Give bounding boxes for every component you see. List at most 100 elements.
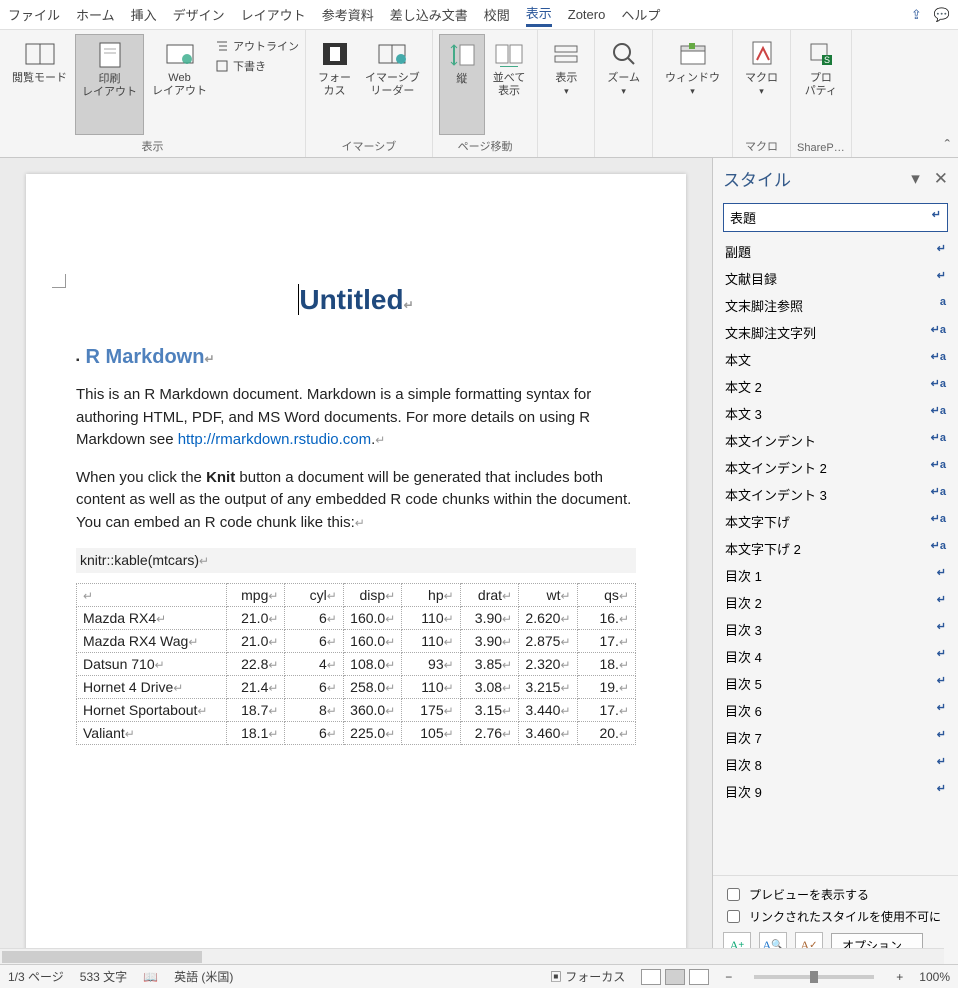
immersive-reader-button[interactable]: イマーシブ リーダー [359,34,426,135]
margin-corner [52,274,66,288]
web-layout-button[interactable]: Web レイアウト [146,34,213,135]
vertical-button[interactable]: 縦 [439,34,485,135]
zoom-out-button[interactable]: − [725,970,732,984]
horizontal-scrollbar[interactable] [0,948,944,964]
window-button[interactable]: ウィンドウ▾ [659,34,726,151]
style-item[interactable]: 本文↵a [717,346,954,373]
style-item[interactable]: 目次 5↵ [717,670,954,697]
table-row[interactable]: Hornet 4 Drive↵21.4↵6↵258.0↵110↵3.08↵3.2… [77,676,636,699]
table-header: mpg↵ [227,584,285,607]
collapse-ribbon-icon[interactable]: ˆ [945,138,950,156]
styles-dropdown-icon[interactable]: ▾ [911,169,920,189]
table-row[interactable]: Datsun 710↵22.8↵4↵108.0↵93↵3.85↵2.320↵18… [77,653,636,676]
menu-help[interactable]: ヘルプ [621,5,660,24]
macro-button[interactable]: マクロ▾ [739,34,784,135]
focus-mode-button[interactable]: ▣ フォーカス [550,968,625,985]
styles-title: スタイル [723,166,791,191]
focus-button[interactable]: フォー カス [312,34,357,135]
doc-paragraph-1[interactable]: This is an R Markdown document. Markdown… [76,384,636,452]
show-preview-checkbox[interactable]: プレビューを表示する [723,885,948,904]
style-item[interactable]: 目次 4↵ [717,643,954,670]
immersive-reader-icon [376,38,408,70]
zoom-slider[interactable] [754,975,874,979]
spellcheck-icon[interactable]: 📖 [143,970,158,984]
style-item[interactable]: 目次 3↵ [717,616,954,643]
scrollbar-thumb[interactable] [2,951,202,963]
word-count[interactable]: 533 文字 [80,968,127,985]
doc-paragraph-2[interactable]: When you click the Knit button a documen… [76,467,636,535]
menu-design[interactable]: デザイン [173,5,225,24]
style-item[interactable]: 本文インデント↵a [717,427,954,454]
style-item[interactable]: 副題↵ [717,238,954,265]
share-icon[interactable]: ⇪ [911,7,922,23]
table-header: hp↵ [402,584,460,607]
page-indicator[interactable]: 1/3 ページ [8,968,64,985]
style-item[interactable]: 目次 8↵ [717,751,954,778]
disable-linked-checkbox[interactable]: リンクされたスタイルを使用不可に [723,907,948,926]
menu-home[interactable]: ホーム [76,5,115,24]
code-block[interactable]: knitr::kable(mtcars)↵ [76,548,636,573]
menu-zotero[interactable]: Zotero [568,7,606,22]
styles-list[interactable]: 副題↵文献目録↵文末脚注参照a文末脚注文字列↵a本文↵a本文 2↵a本文 3↵a… [713,238,958,875]
doc-title[interactable]: Untitled↵ [76,284,636,316]
table-header: qs↵ [577,584,635,607]
style-item[interactable]: 文末脚注参照a [717,292,954,319]
style-item[interactable]: 文末脚注文字列↵a [717,319,954,346]
style-item[interactable]: 文献目録↵ [717,265,954,292]
menubar: ファイル ホーム 挿入 デザイン レイアウト 参考資料 差し込み文書 校閲 表示… [0,0,958,30]
current-style[interactable]: 表題↵ [723,203,948,232]
style-item[interactable]: 本文 3↵a [717,400,954,427]
reading-mode-icon [24,38,56,70]
mtcars-table[interactable]: ↵mpg↵cyl↵disp↵hp↵drat↵wt↵qs↵ Mazda RX4↵2… [76,583,636,745]
property-icon: S [805,38,837,70]
focus-icon [319,38,351,70]
web-layout-icon [164,38,196,70]
print-layout-view-icon[interactable] [665,969,685,985]
reading-mode-button[interactable]: 閲覧モード [6,34,73,135]
style-item[interactable]: 目次 2↵ [717,589,954,616]
style-item[interactable]: 目次 7↵ [717,724,954,751]
view-mode-icons [641,969,709,985]
zoom-button[interactable]: ズーム▾ [601,34,646,151]
menu-mailings[interactable]: 差し込み文書 [390,5,468,24]
style-item[interactable]: 本文インデント 3↵a [717,481,954,508]
show-icon [550,38,582,70]
style-item[interactable]: 本文字下げ↵a [717,508,954,535]
table-row[interactable]: Hornet Sportabout↵18.7↵8↵360.0↵175↵3.15↵… [77,699,636,722]
table-header: ↵ [77,584,227,607]
menu-layout[interactable]: レイアウト [241,5,306,24]
style-item[interactable]: 本文インデント 2↵a [717,454,954,481]
table-row[interactable]: Mazda RX4↵21.0↵6↵160.0↵110↵3.90↵2.620↵16… [77,607,636,630]
style-item[interactable]: 目次 9↵ [717,778,954,805]
menu-review[interactable]: 校閲 [484,5,510,24]
zoom-level[interactable]: 100% [919,970,950,984]
styles-pane: スタイル ▾ ✕ 表題↵ 副題↵文献目録↵文末脚注参照a文末脚注文字列↵a本文↵… [712,158,958,964]
outline-button[interactable]: アウトライン [215,38,299,54]
side-by-side-button[interactable]: 並べて 表示 [487,34,532,135]
table-row[interactable]: Valiant↵18.1↵6↵225.0↵105↵2.76↵3.460↵20.↵ [77,722,636,745]
table-header: wt↵ [519,584,577,607]
side-by-side-icon [493,38,525,70]
style-item[interactable]: 本文字下げ 2↵a [717,535,954,562]
read-mode-icon[interactable] [641,969,661,985]
comments-icon[interactable]: 💬 [934,7,950,23]
web-layout-view-icon[interactable] [689,969,709,985]
style-item[interactable]: 目次 6↵ [717,697,954,724]
styles-close-icon[interactable]: ✕ [934,169,948,189]
document-area[interactable]: Untitled↵ ▪R Markdown↵ This is an R Mark… [0,158,712,964]
zoom-in-button[interactable]: + [896,970,903,984]
draft-button[interactable]: 下書き [215,58,299,74]
language-indicator[interactable]: 英語 (米国) [174,968,233,985]
style-item[interactable]: 目次 1↵ [717,562,954,589]
menu-file[interactable]: ファイル [8,5,60,24]
show-button[interactable]: 表示▾ [544,34,588,151]
style-item[interactable]: 本文 2↵a [717,373,954,400]
menu-references[interactable]: 参考資料 [322,5,374,24]
menu-view[interactable]: 表示 [526,3,552,27]
doc-heading-1[interactable]: ▪R Markdown↵ [76,346,636,369]
rmarkdown-link[interactable]: http://rmarkdown.rstudio.com [178,431,371,448]
property-button[interactable]: S プロ パティ [799,34,843,139]
print-layout-button[interactable]: 印刷 レイアウト [75,34,144,135]
menu-insert[interactable]: 挿入 [131,5,157,24]
table-row[interactable]: Mazda RX4 Wag↵21.0↵6↵160.0↵110↵3.90↵2.87… [77,630,636,653]
